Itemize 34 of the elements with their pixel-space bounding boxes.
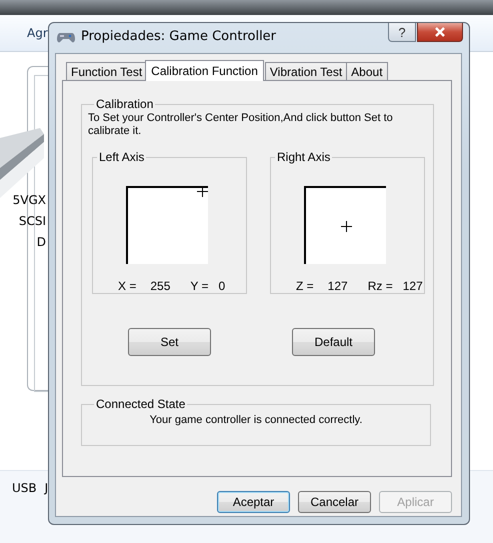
axis-value: 255	[150, 279, 170, 293]
instructions-text: To Set your Controller's Center Position,And click button Set to calibrate it.	[88, 112, 394, 138]
close-button[interactable]	[417, 23, 463, 42]
action-button[interactable]: Set	[128, 328, 211, 356]
toolbar-item[interactable]: Agr	[27, 26, 48, 40]
device-label: D	[36, 234, 46, 251]
help-button[interactable]: ?	[388, 23, 416, 42]
group-title: Right Axis	[276, 150, 332, 164]
tab[interactable]: Vibration Test	[264, 62, 348, 80]
crosshair-icon	[340, 220, 352, 232]
window-title: Propiedades: Game Controller	[81, 29, 276, 44]
group-title: Left Axis	[98, 150, 146, 164]
axis-label: Y =	[190, 279, 209, 293]
axis-value: 0	[218, 279, 226, 293]
device-label: SCSI	[18, 213, 46, 230]
axis-value: 127	[402, 279, 423, 293]
dialog-button[interactable]: Cancelar	[298, 491, 371, 513]
tab[interactable]: Function Test	[66, 62, 148, 80]
device-label: USB	[12, 481, 37, 497]
dialog-button[interactable]: Aceptar	[217, 491, 290, 513]
group-title: Calibration	[95, 97, 154, 111]
axis-label: X =	[118, 279, 136, 293]
axis-label: Z =	[296, 279, 314, 293]
device-label: J	[44, 481, 48, 497]
axis-value: 127	[328, 279, 348, 293]
status-message: Your game controller is connected correctly.	[148, 414, 364, 426]
axis-label: Rz =	[368, 279, 393, 293]
gamepad-icon	[57, 30, 75, 42]
group-title: Connected State	[95, 397, 186, 411]
close-icon	[434, 27, 446, 37]
tab[interactable]: About	[346, 62, 388, 80]
device-label: 5VGX	[12, 192, 46, 209]
action-button[interactable]: Default	[292, 328, 375, 356]
tab[interactable]: Calibration Function	[145, 60, 264, 81]
